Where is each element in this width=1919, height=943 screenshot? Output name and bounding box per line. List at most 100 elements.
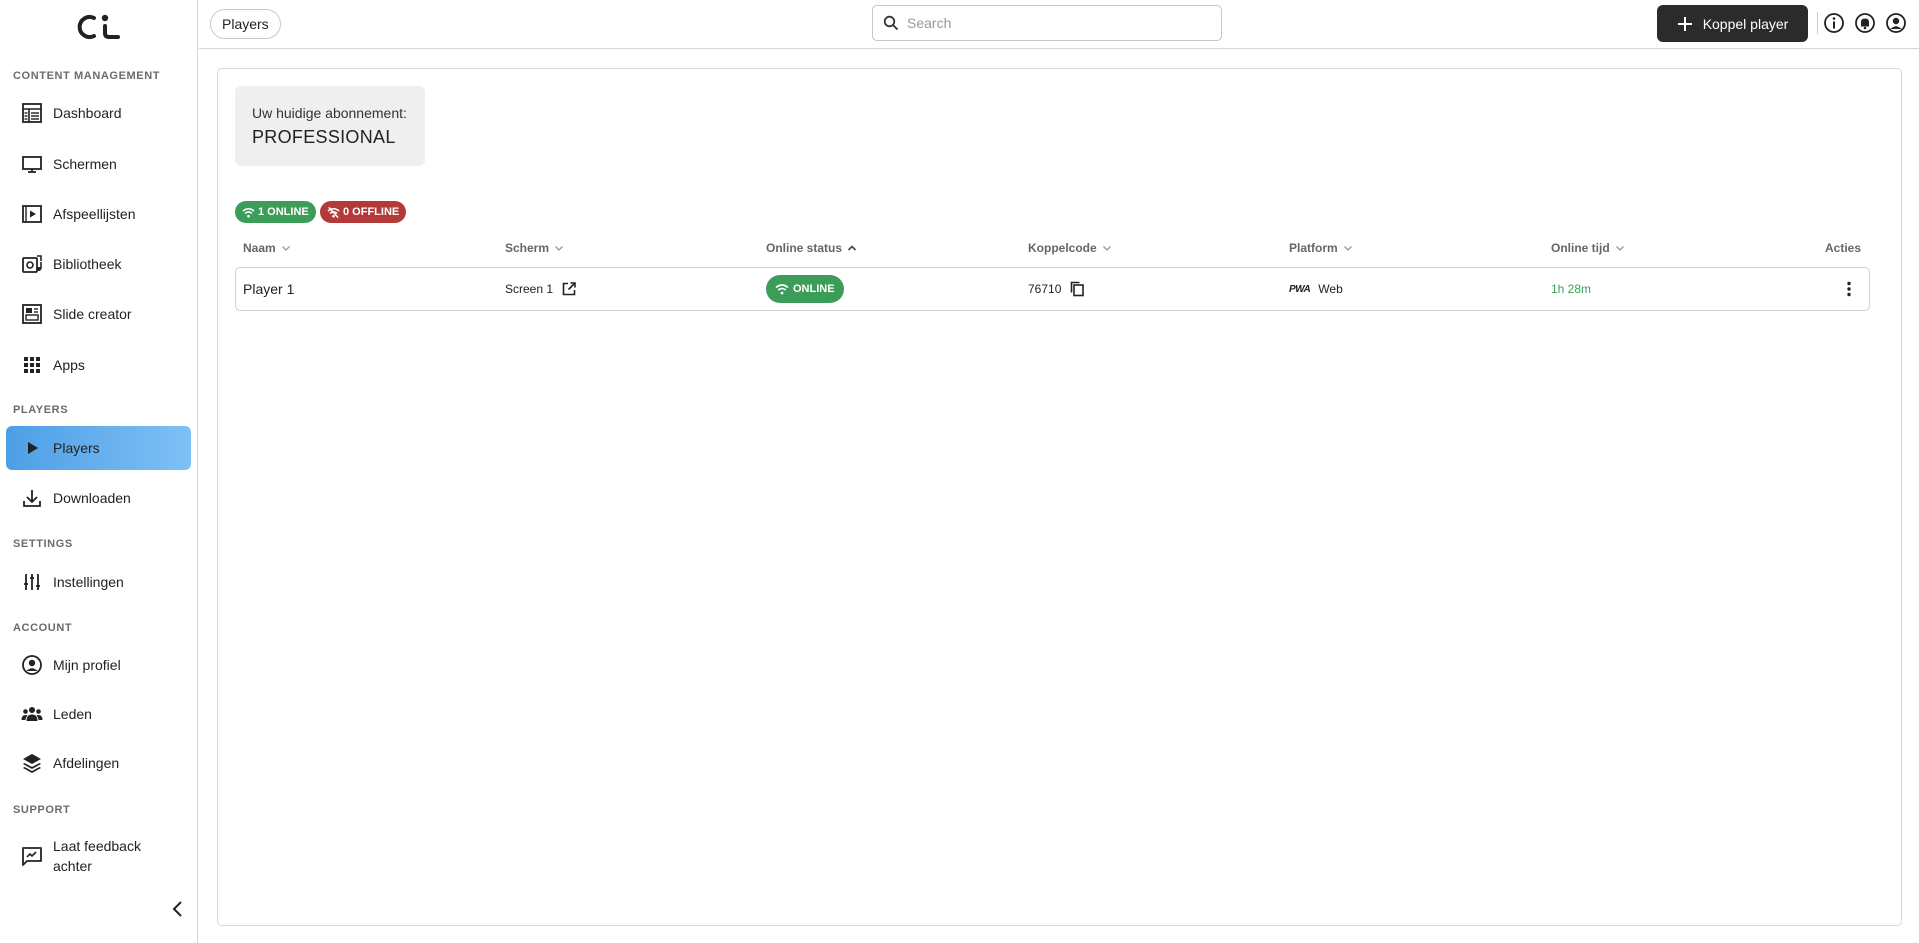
sidebar-item-label: Laat feedback achter [53,836,141,876]
sliders-icon [21,571,43,593]
feedback-icon [21,845,43,867]
section-label-support: SUPPORT [13,804,71,816]
download-icon [21,487,43,509]
column-header-naam[interactable]: Naam [243,241,292,255]
column-header-online-status[interactable]: Online status [766,241,858,255]
sidebar-item-leden[interactable]: Leden [6,692,191,736]
player-name: Player 1 [243,281,295,297]
offline-count-badge[interactable]: 0 OFFLINE [320,201,407,223]
koppel-player-button[interactable]: Koppel player [1657,5,1808,42]
column-header-label: Naam [243,241,276,255]
sidebar-item-label: Leden [53,706,92,722]
sidebar-item-label: Players [53,440,100,456]
sidebar-item-slide-creator[interactable]: Slide creator [6,292,191,336]
column-header-label: Scherm [505,241,550,255]
online-count-label: 1 ONLINE [258,206,309,218]
sidebar-item-dashboard[interactable]: Dashboard [6,91,191,135]
sidebar-item-instellingen[interactable]: Instellingen [6,560,191,604]
playlist-icon [21,203,43,225]
breadcrumb[interactable]: Players [210,9,281,39]
column-header-acties: Acties [1825,241,1861,255]
group-icon [21,703,43,725]
column-header-online-tijd[interactable]: Online tijd [1551,241,1626,255]
wifi-off-icon [327,206,340,218]
platform-name: Web [1318,282,1343,296]
sidebar-item-afdelingen[interactable]: Afdelingen [6,741,191,785]
online-time: 1h 28m [1551,282,1592,296]
table-row[interactable]: Player 1 Screen 1 ONLINE 76710 PWA Web 1… [235,267,1870,311]
column-header-koppelcode[interactable]: Koppelcode [1028,241,1113,255]
open-external-icon[interactable] [561,281,577,297]
platform-cell: PWA Web [1289,268,1343,310]
sidebar-item-label: Schermen [53,156,117,172]
chevron-down-icon [555,246,563,251]
column-header-label: Online status [766,241,843,255]
chevron-down-icon [1615,246,1624,251]
section-label-players: PLAYERS [13,404,69,416]
sidebar-item-label: Afdelingen [53,755,120,771]
column-header-label: Platform [1289,241,1338,255]
notification-bell-icon[interactable] [1854,12,1876,34]
dashboard-icon [21,102,43,124]
media-library-icon [21,253,43,275]
account-icon[interactable] [1885,12,1907,34]
toolbar-divider [1817,12,1818,34]
sidebar-item-schermen[interactable]: Schermen [6,142,191,186]
more-actions-icon[interactable] [1839,279,1859,299]
section-label-settings: SETTINGS [13,538,73,550]
sidebar-item-label: Slide creator [53,306,132,322]
online-count-badge[interactable]: 1 ONLINE [235,201,316,223]
sidebar-item-label: Instellingen [53,574,124,590]
chevron-down-icon [1343,246,1352,251]
sidebar-item-label: Downloaden [53,490,131,506]
players-panel: Uw huidige abonnement: PROFESSIONAL 1 ON… [217,68,1902,926]
sidebar-item-label: Mijn profiel [53,657,121,673]
koppelcode-cell: 76710 [1028,268,1085,310]
layers-icon [21,752,43,774]
sidebar-item-label: Bibliotheek [53,256,122,272]
column-header-label: Acties [1825,241,1862,255]
collapse-sidebar-chevron-left-icon[interactable] [168,899,188,919]
column-header-label: Online tijd [1551,241,1610,255]
info-icon[interactable] [1823,12,1845,34]
search-box[interactable] [872,5,1222,41]
app-logo-icon[interactable] [72,12,124,42]
column-header-platform[interactable]: Platform [1289,241,1354,255]
sidebar-item-bibliotheek[interactable]: Bibliotheek [6,242,191,286]
play-icon [21,437,43,459]
column-header-scherm[interactable]: Scherm [505,241,565,255]
sidebar-item-label: Afspeellijsten [53,206,136,222]
sidebar-item-apps[interactable]: Apps [6,343,191,387]
chevron-down-icon [281,246,290,251]
status-badge: ONLINE [766,275,844,303]
sidebar-item-label: Dashboard [53,105,122,121]
subscription-plan: PROFESSIONAL [252,127,396,147]
plus-icon [1677,16,1692,31]
subscription-label: Uw huidige abonnement: [252,105,407,121]
sidebar-item-downloaden[interactable]: Downloaden [6,476,191,520]
subscription-card: Uw huidige abonnement: PROFESSIONAL [235,86,425,166]
monitor-icon [21,153,43,175]
feedback-label-line2: achter [53,858,92,874]
chevron-down-icon [1102,246,1111,251]
chevron-up-icon [847,245,857,251]
column-header-label: Koppelcode [1028,241,1097,255]
sidebar-item-feedback[interactable]: Laat feedback achter [6,834,191,878]
sidebar-item-players[interactable]: Players [6,426,191,470]
sidebar-item-mijn-profiel[interactable]: Mijn profiel [6,643,191,687]
koppel-player-button-label: Koppel player [1702,15,1789,32]
search-input[interactable] [907,15,1207,31]
copy-icon[interactable] [1069,281,1085,297]
top-bar: Players Koppel player [199,0,1919,49]
sidebar: CONTENT MANAGEMENT Dashboard Schermen Af… [0,0,198,943]
section-label-account: ACCOUNT [13,622,73,634]
screen-name: Screen 1 [505,282,554,296]
sidebar-item-afspeellijsten[interactable]: Afspeellijsten [6,192,191,236]
section-label-content-management: CONTENT MANAGEMENT [13,70,161,82]
wifi-icon [242,207,255,218]
feedback-label-line1: Laat feedback [53,838,141,854]
status-label: ONLINE [793,283,835,295]
screen-cell: Screen 1 [505,268,577,310]
status-cell: ONLINE [766,268,844,310]
search-icon [883,15,899,31]
